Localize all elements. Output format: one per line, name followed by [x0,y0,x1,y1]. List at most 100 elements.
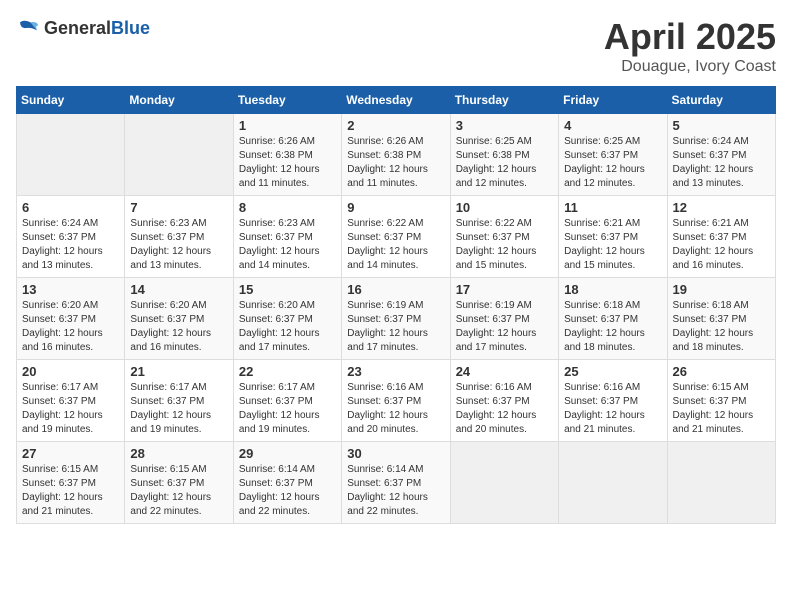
day-number: 4 [564,118,661,133]
cell-content: Sunrise: 6:19 AMSunset: 6:37 PMDaylight:… [347,299,444,355]
calendar-cell [17,114,125,196]
calendar-cell: 14 Sunrise: 6:20 AMSunset: 6:37 PMDayligh… [125,278,233,360]
cell-content: Sunrise: 6:14 AMSunset: 6:37 PMDaylight:… [347,463,444,519]
day-number: 19 [673,282,770,297]
cell-content: Sunrise: 6:23 AMSunset: 6:37 PMDaylight:… [130,217,227,273]
calendar-cell: 20Sunrise: 6:17 AMSunset: 6:37 PMDayligh… [17,360,125,442]
calendar-cell: 8 Sunrise: 6:23 AMSunset: 6:37 PMDaylight… [233,196,341,278]
calendar-week-row: 27 Sunrise: 6:15 AMSunset: 6:37 PMDayligh… [17,442,776,524]
day-number: 5 [673,118,770,133]
day-number: 14 [130,282,227,297]
calendar-cell [125,114,233,196]
day-number: 17 [456,282,553,297]
calendar-cell: 18Sunrise: 6:18 AMSunset: 6:37 PMDayligh… [559,278,667,360]
cell-content: Sunrise: 6:24 AMSunset: 6:37 PMDaylight:… [673,135,770,191]
cell-content: Sunrise: 6:14 AMSunset: 6:37 PMDaylight:… [239,463,336,519]
calendar-week-row: 1 Sunrise: 6:26 AMSunset: 6:38 PMDaylight… [17,114,776,196]
cell-content: Sunrise: 6:25 AMSunset: 6:37 PMDaylight:… [564,135,661,191]
cell-content: Sunrise: 6:21 AMSunset: 6:37 PMDaylight:… [673,217,770,273]
calendar-week-row: 20Sunrise: 6:17 AMSunset: 6:37 PMDayligh… [17,360,776,442]
day-number: 8 [239,200,336,215]
calendar-cell: 25 Sunrise: 6:16 AMSunset: 6:37 PMDayligh… [559,360,667,442]
weekday-header: Sunday [17,87,125,114]
cell-content: Sunrise: 6:16 AMSunset: 6:37 PMDaylight:… [456,381,553,437]
day-number: 6 [22,200,119,215]
day-number: 26 [673,364,770,379]
day-number: 28 [130,446,227,461]
calendar-cell: 11 Sunrise: 6:21 AMSunset: 6:37 PMDayligh… [559,196,667,278]
calendar-cell: 12 Sunrise: 6:21 AMSunset: 6:37 PMDayligh… [667,196,775,278]
day-number: 21 [130,364,227,379]
cell-content: Sunrise: 6:25 AMSunset: 6:38 PMDaylight:… [456,135,553,191]
calendar-week-row: 13 Sunrise: 6:20 AMSunset: 6:37 PMDayligh… [17,278,776,360]
weekday-header: Friday [559,87,667,114]
weekday-header: Monday [125,87,233,114]
cell-content: Sunrise: 6:15 AMSunset: 6:37 PMDaylight:… [130,463,227,519]
calendar-cell: 16Sunrise: 6:19 AMSunset: 6:37 PMDayligh… [342,278,450,360]
weekday-header: Saturday [667,87,775,114]
day-number: 3 [456,118,553,133]
calendar-cell: 26 Sunrise: 6:15 AMSunset: 6:37 PMDayligh… [667,360,775,442]
calendar-cell: 9Sunrise: 6:22 AMSunset: 6:37 PMDaylight… [342,196,450,278]
calendar-cell: 3 Sunrise: 6:25 AMSunset: 6:38 PMDaylight… [450,114,558,196]
day-number: 2 [347,118,444,133]
calendar-cell: 28 Sunrise: 6:15 AMSunset: 6:37 PMDayligh… [125,442,233,524]
cell-content: Sunrise: 6:15 AMSunset: 6:37 PMDaylight:… [22,463,119,519]
day-number: 11 [564,200,661,215]
cell-content: Sunrise: 6:15 AMSunset: 6:37 PMDaylight:… [673,381,770,437]
day-number: 24 [456,364,553,379]
day-number: 10 [456,200,553,215]
day-number: 23 [347,364,444,379]
logo-text: GeneralBlue [44,18,150,39]
cell-content: Sunrise: 6:24 AMSunset: 6:37 PMDaylight:… [22,217,119,273]
calendar-cell: 24 Sunrise: 6:16 AMSunset: 6:37 PMDayligh… [450,360,558,442]
day-number: 25 [564,364,661,379]
calendar-week-row: 6 Sunrise: 6:24 AMSunset: 6:37 PMDaylight… [17,196,776,278]
logo: GeneralBlue [16,16,150,40]
cell-content: Sunrise: 6:23 AMSunset: 6:37 PMDaylight:… [239,217,336,273]
cell-content: Sunrise: 6:26 AMSunset: 6:38 PMDaylight:… [239,135,336,191]
calendar-cell: 15Sunrise: 6:20 AMSunset: 6:37 PMDayligh… [233,278,341,360]
weekday-header: Tuesday [233,87,341,114]
calendar-cell: 17Sunrise: 6:19 AMSunset: 6:37 PMDayligh… [450,278,558,360]
logo-general: General [44,18,111,38]
cell-content: Sunrise: 6:16 AMSunset: 6:37 PMDaylight:… [347,381,444,437]
cell-content: Sunrise: 6:20 AMSunset: 6:37 PMDaylight:… [130,299,227,355]
month-title: April 2025 [604,16,776,58]
day-number: 27 [22,446,119,461]
cell-content: Sunrise: 6:18 AMSunset: 6:37 PMDaylight:… [673,299,770,355]
calendar-cell: 10 Sunrise: 6:22 AMSunset: 6:37 PMDayligh… [450,196,558,278]
day-number: 7 [130,200,227,215]
day-number: 1 [239,118,336,133]
calendar-cell: 7 Sunrise: 6:23 AMSunset: 6:37 PMDaylight… [125,196,233,278]
cell-content: Sunrise: 6:22 AMSunset: 6:37 PMDaylight:… [456,217,553,273]
day-number: 13 [22,282,119,297]
calendar-cell: 13 Sunrise: 6:20 AMSunset: 6:37 PMDayligh… [17,278,125,360]
day-number: 9 [347,200,444,215]
calendar-cell: 4 Sunrise: 6:25 AMSunset: 6:37 PMDaylight… [559,114,667,196]
cell-content: Sunrise: 6:21 AMSunset: 6:37 PMDaylight:… [564,217,661,273]
weekday-header-row: SundayMondayTuesdayWednesdayThursdayFrid… [17,87,776,114]
weekday-header: Thursday [450,87,558,114]
logo-icon [16,16,40,40]
cell-content: Sunrise: 6:16 AMSunset: 6:37 PMDaylight:… [564,381,661,437]
calendar-cell: 1 Sunrise: 6:26 AMSunset: 6:38 PMDaylight… [233,114,341,196]
cell-content: Sunrise: 6:18 AMSunset: 6:37 PMDaylight:… [564,299,661,355]
calendar-cell: 6 Sunrise: 6:24 AMSunset: 6:37 PMDaylight… [17,196,125,278]
weekday-header: Wednesday [342,87,450,114]
day-number: 22 [239,364,336,379]
cell-content: Sunrise: 6:20 AMSunset: 6:37 PMDaylight:… [239,299,336,355]
calendar-cell [667,442,775,524]
day-number: 29 [239,446,336,461]
calendar-cell: 5 Sunrise: 6:24 AMSunset: 6:37 PMDaylight… [667,114,775,196]
calendar-cell: 22Sunrise: 6:17 AMSunset: 6:37 PMDayligh… [233,360,341,442]
calendar-cell: 19 Sunrise: 6:18 AMSunset: 6:37 PMDayligh… [667,278,775,360]
calendar-cell: 21Sunrise: 6:17 AMSunset: 6:37 PMDayligh… [125,360,233,442]
calendar-cell: 27 Sunrise: 6:15 AMSunset: 6:37 PMDayligh… [17,442,125,524]
calendar-cell: 23 Sunrise: 6:16 AMSunset: 6:37 PMDayligh… [342,360,450,442]
page-header: GeneralBlue April 2025 Douague, Ivory Co… [16,16,776,76]
day-number: 12 [673,200,770,215]
title-area: April 2025 Douague, Ivory Coast [604,16,776,76]
calendar-table: SundayMondayTuesdayWednesdayThursdayFrid… [16,86,776,524]
cell-content: Sunrise: 6:20 AMSunset: 6:37 PMDaylight:… [22,299,119,355]
